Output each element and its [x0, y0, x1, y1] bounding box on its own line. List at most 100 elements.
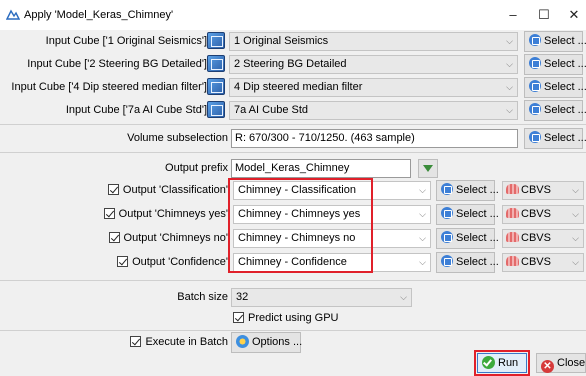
select-button-label: Select ...	[456, 184, 499, 196]
output-chimneys-no-format[interactable]: CBVS ⌵	[502, 229, 584, 248]
database-icon	[441, 231, 453, 243]
close-window-button[interactable]: ✕	[561, 6, 586, 24]
output-label: Output 'Chimneys no'	[123, 232, 228, 244]
output-classification-checkbox[interactable]: Output 'Classification'	[107, 184, 228, 196]
input-cube-select-button-4[interactable]: Select ...	[524, 100, 586, 121]
format-label: CBVS	[521, 208, 551, 220]
run-button[interactable]: Run	[477, 353, 527, 373]
output-classification-select[interactable]: Chimney - Classification ⌵	[233, 181, 431, 200]
format-icon	[506, 208, 519, 218]
output-chimneys-yes-select[interactable]: Chimney - Chimneys yes ⌵	[233, 205, 431, 224]
select-button-label: Select ...	[456, 256, 499, 268]
cube-icon[interactable]	[207, 55, 225, 72]
input-cube-value-4: 7a AI Cube Std	[234, 104, 308, 116]
output-label: Output 'Chimneys yes'	[118, 208, 228, 220]
database-icon	[529, 57, 541, 69]
database-icon	[441, 255, 453, 267]
output-confidence-select-button[interactable]: Select ...	[436, 252, 499, 273]
chevron-down-icon: ⌵	[419, 209, 426, 219]
checkbox-checked-icon	[107, 184, 119, 195]
output-chimneys-yes-select-button[interactable]: Select ...	[436, 204, 499, 225]
format-label: CBVS	[521, 232, 551, 244]
input-cube-value-1: 1 Original Seismics	[234, 35, 329, 47]
database-icon	[529, 80, 541, 92]
cube-icon[interactable]	[207, 32, 225, 49]
checkbox-checked-icon	[233, 312, 244, 323]
format-icon	[506, 256, 519, 266]
select-button-label: Select ...	[456, 208, 499, 220]
close-button[interactable]: ✕ Close	[536, 353, 586, 373]
input-cube-select-4[interactable]: 7a AI Cube Std ⌵	[229, 101, 518, 120]
output-label: Output 'Confidence'	[132, 256, 228, 268]
input-cube-value-2: 2 Steering BG Detailed	[234, 58, 347, 70]
output-prefix-input[interactable]: Model_Keras_Chimney	[231, 159, 411, 178]
database-icon	[529, 34, 541, 46]
divider	[0, 152, 586, 153]
predict-gpu-checkbox[interactable]: Predict using GPU	[233, 312, 338, 324]
output-chimneys-yes-checkbox[interactable]: Output 'Chimneys yes'	[103, 208, 228, 220]
output-chimneys-no-select[interactable]: Chimney - Chimneys no ⌵	[233, 229, 431, 248]
chevron-down-icon: ⌵	[419, 233, 426, 243]
chevron-down-icon: ⌵	[419, 185, 426, 195]
filter-icon[interactable]	[418, 159, 438, 178]
options-button[interactable]: Options ...	[231, 332, 302, 353]
output-chimneys-yes-format[interactable]: CBVS ⌵	[502, 205, 584, 224]
batch-size-select[interactable]: 32 ⌵	[231, 288, 412, 307]
output-confidence-select[interactable]: Chimney - Confidence ⌵	[233, 253, 431, 272]
select-button-label: Select ...	[544, 35, 586, 47]
database-icon	[441, 183, 453, 195]
output-value: Chimney - Chimneys yes	[238, 208, 361, 220]
title-bar: Apply 'Model_Keras_Chimney' – ☐ ✕	[0, 0, 586, 30]
output-value: Chimney - Classification	[238, 184, 356, 196]
input-cube-label-3: Input Cube ['4 Dip steered median filter…	[11, 81, 207, 93]
output-chimneys-no-select-button[interactable]: Select ...	[436, 228, 499, 249]
output-classification-format[interactable]: CBVS ⌵	[502, 181, 584, 200]
output-confidence-format[interactable]: CBVS ⌵	[502, 253, 584, 272]
run-label: Run	[498, 357, 519, 369]
input-cube-select-button-3[interactable]: Select ...	[524, 77, 586, 98]
chevron-down-icon: ⌵	[506, 36, 513, 46]
output-value: Chimney - Confidence	[238, 256, 347, 268]
database-icon	[529, 103, 541, 115]
output-value: Chimney - Chimneys no	[238, 232, 356, 244]
chevron-down-icon: ⌵	[572, 209, 579, 219]
checkbox-checked-icon	[130, 336, 142, 347]
run-icon	[482, 356, 495, 369]
cube-icon[interactable]	[207, 78, 225, 95]
divider	[0, 280, 586, 281]
checkbox-checked-icon	[108, 232, 120, 243]
input-cube-select-button-1[interactable]: Select ...	[524, 31, 586, 52]
chevron-down-icon: ⌵	[506, 59, 513, 69]
chevron-down-icon: ⌵	[572, 257, 579, 267]
input-cube-select-3[interactable]: 4 Dip steered median filter ⌵	[229, 78, 518, 97]
input-cube-value-3: 4 Dip steered median filter	[234, 81, 363, 93]
volume-select-button[interactable]: Select ...	[524, 128, 586, 149]
cube-icon[interactable]	[207, 101, 225, 118]
input-cube-label-2: Input Cube ['2 Steering BG Detailed']	[27, 58, 207, 70]
maximize-button[interactable]: ☐	[531, 6, 557, 24]
options-icon	[236, 335, 249, 348]
minimize-button[interactable]: –	[500, 6, 526, 24]
output-classification-select-button[interactable]: Select ...	[436, 180, 499, 201]
volume-subselection-field[interactable]: R: 670/300 - 710/1250. (463 sample)	[231, 129, 518, 148]
database-icon	[441, 207, 453, 219]
input-cube-select-button-2[interactable]: Select ...	[524, 54, 586, 75]
chevron-down-icon: ⌵	[400, 292, 407, 302]
close-label: Close	[557, 357, 586, 369]
execute-in-batch-checkbox[interactable]: Execute in Batch	[130, 336, 228, 348]
chevron-down-icon: ⌵	[506, 105, 513, 115]
input-cube-select-1[interactable]: 1 Original Seismics ⌵	[229, 32, 518, 51]
input-cube-label-1: Input Cube ['1 Original Seismics']	[45, 35, 207, 47]
output-label: Output 'Classification'	[122, 184, 228, 196]
chevron-down-icon: ⌵	[572, 185, 579, 195]
format-icon	[506, 184, 519, 194]
window-title: Apply 'Model_Keras_Chimney'	[24, 9, 174, 21]
chevron-down-icon: ⌵	[572, 233, 579, 243]
output-chimneys-no-checkbox[interactable]: Output 'Chimneys no'	[108, 232, 228, 244]
input-cube-select-2[interactable]: 2 Steering BG Detailed ⌵	[229, 55, 518, 74]
select-button-label: Select ...	[544, 132, 586, 144]
select-button-label: Select ...	[544, 81, 586, 93]
execute-in-batch-label: Execute in Batch	[145, 336, 228, 348]
output-confidence-checkbox[interactable]: Output 'Confidence'	[117, 256, 228, 268]
checkbox-checked-icon	[103, 208, 115, 219]
